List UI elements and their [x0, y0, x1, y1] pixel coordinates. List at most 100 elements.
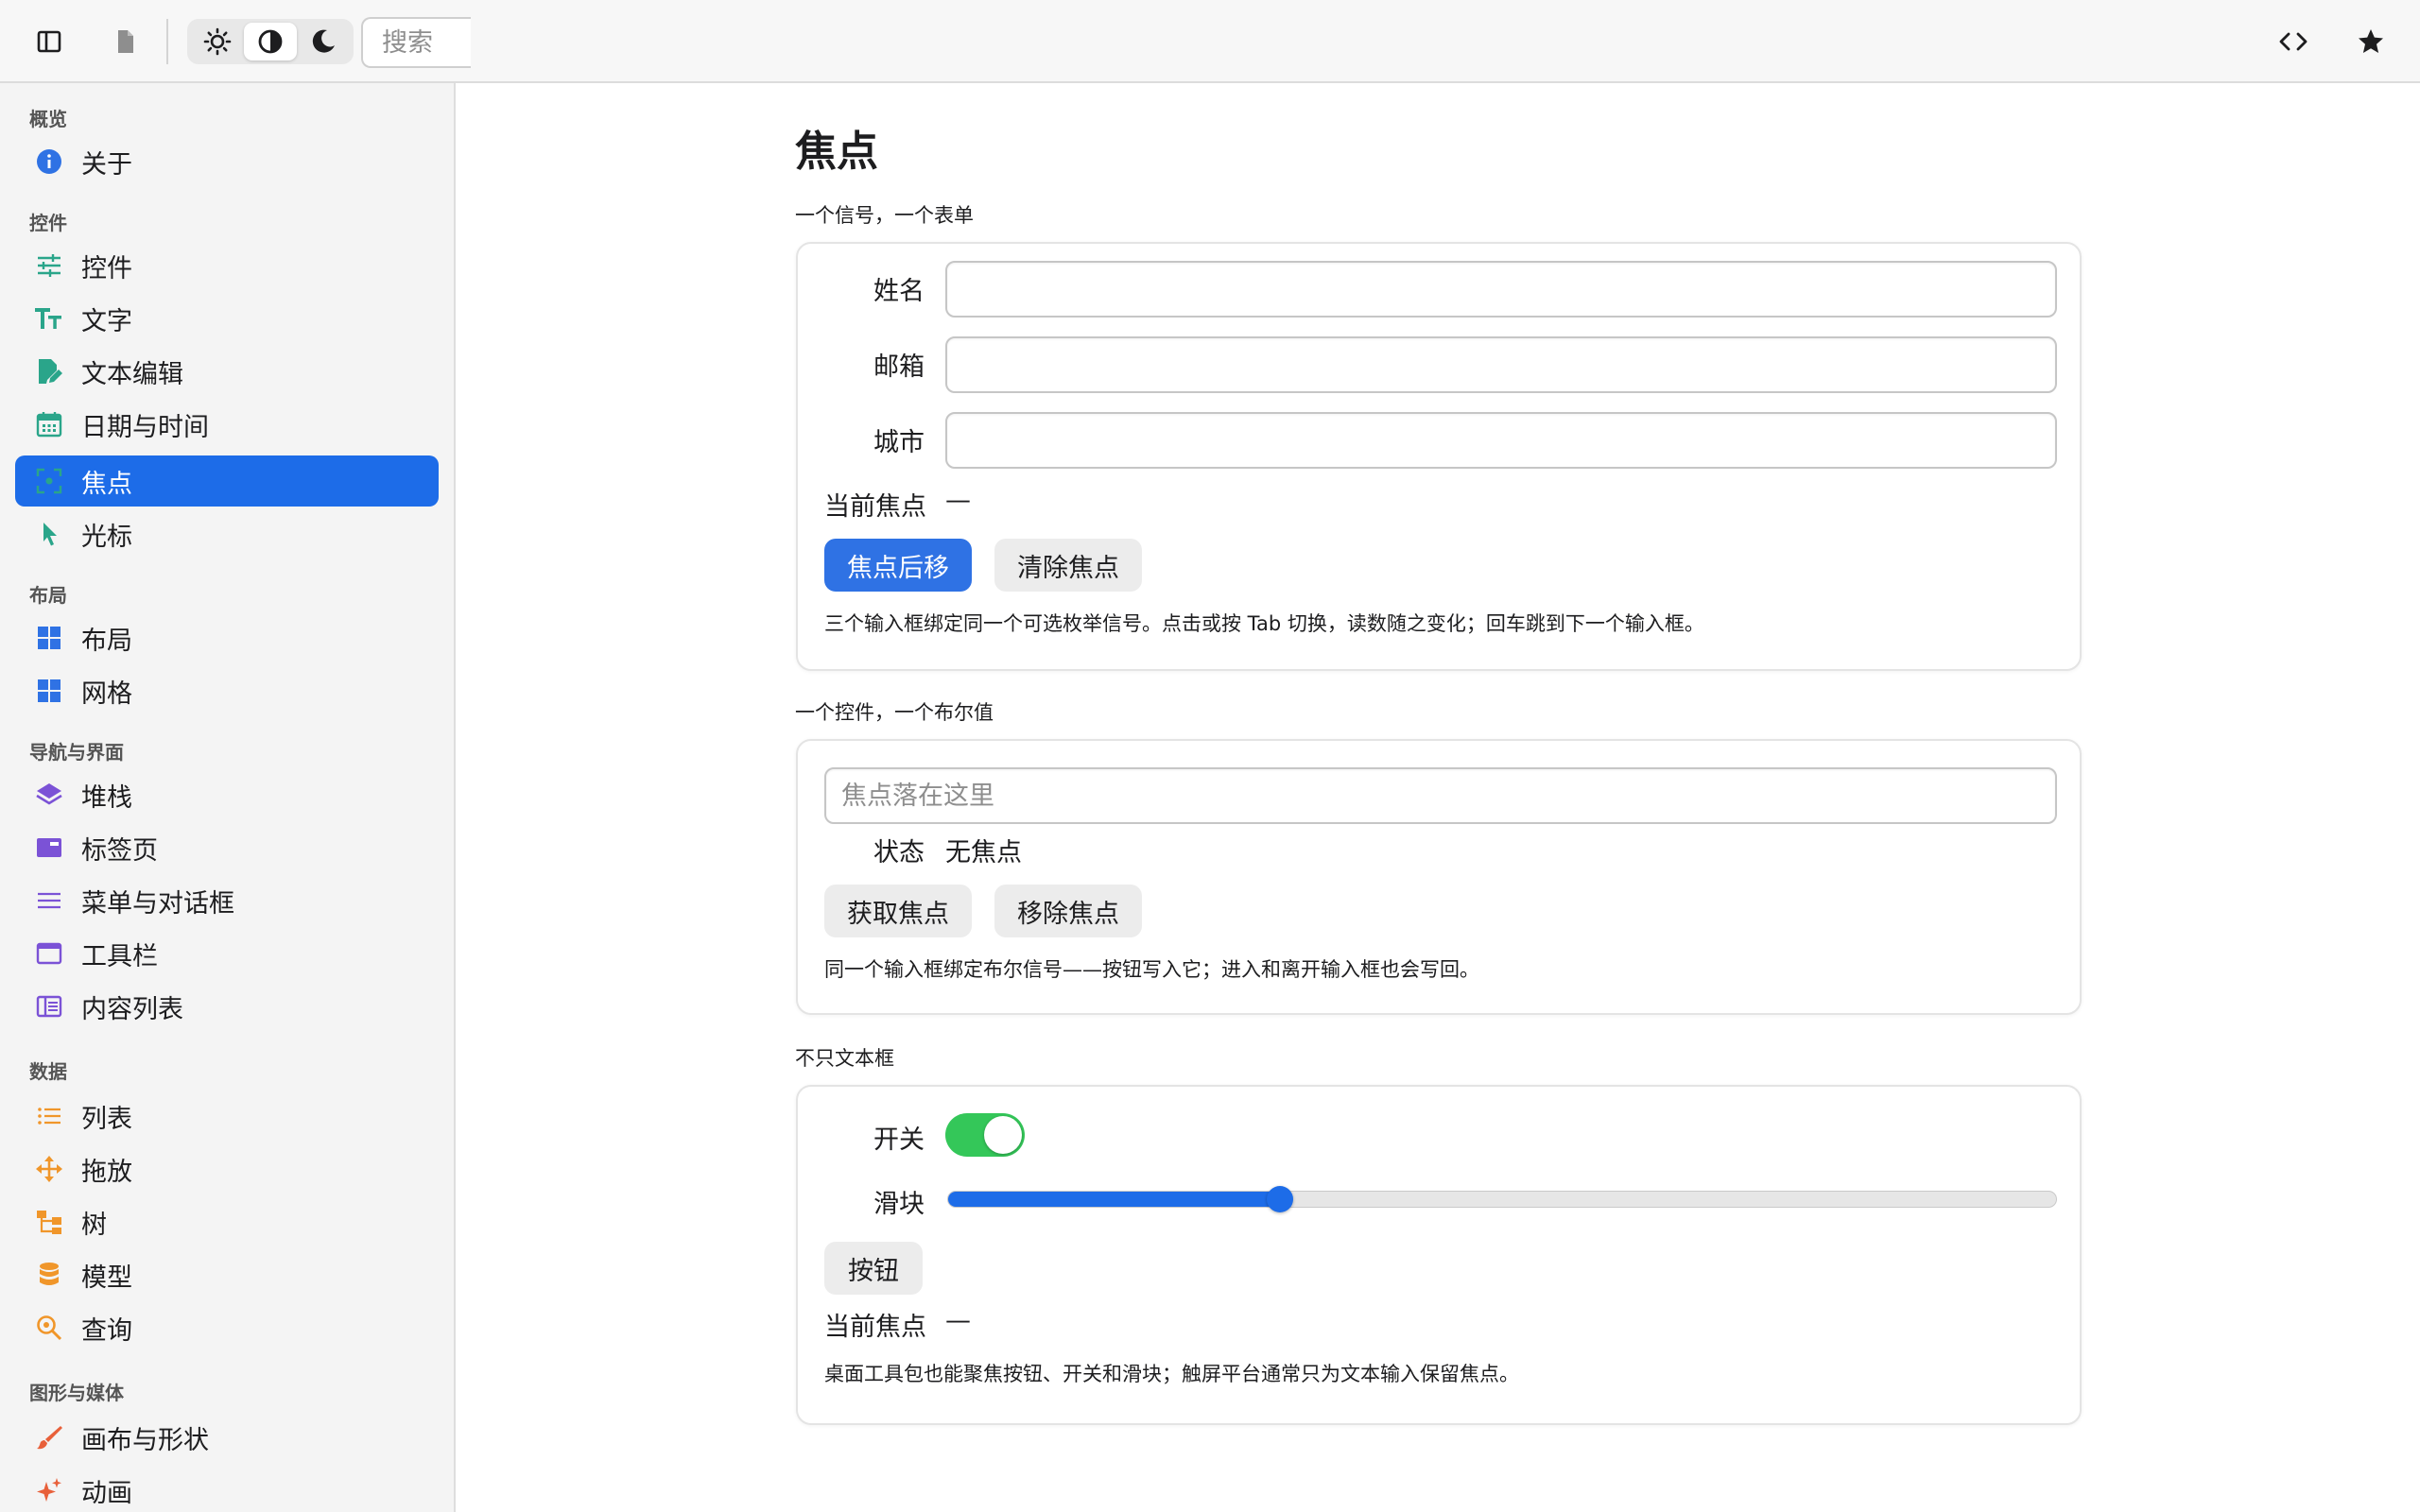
city-label: 城市 [873, 428, 925, 457]
sidebar: 概览 关于 控件 控件 文字 文本编辑 日期与时间 焦点 光标 布局 布局 网格… [0, 83, 456, 1512]
sidebar-item-label: 标签页 [81, 835, 158, 866]
grid-icon [38, 679, 60, 702]
slider-fill [948, 1192, 1281, 1207]
document-icon [118, 30, 133, 53]
theme-light-button[interactable] [191, 23, 244, 60]
sidebar-item-label: 网格 [81, 679, 132, 709]
text-size-icon [35, 308, 61, 329]
list-icon [38, 1108, 60, 1125]
city-input[interactable] [945, 412, 2057, 469]
sidebar-item-label: 动画 [81, 1478, 132, 1508]
clear-focus-button[interactable]: 清除焦点 [994, 539, 1142, 592]
sidebar-item-label: 文本编辑 [81, 359, 183, 389]
sidebar-item-tree[interactable]: 树 [15, 1196, 439, 1247]
sidebar-item-grid[interactable]: 网格 [15, 665, 439, 716]
sidebar-item-focus[interactable]: 焦点 [15, 455, 439, 507]
theme-switcher [187, 19, 354, 64]
sidebar-section-title: 数据 [29, 1060, 67, 1083]
focus-next-button[interactable]: 焦点后移 [824, 539, 972, 592]
sidebar-item-animation[interactable]: 动画 [15, 1465, 439, 1512]
edit-document-icon [39, 359, 62, 384]
search-input[interactable] [361, 17, 471, 68]
sidebar-item-label: 菜单与对话框 [81, 888, 234, 919]
sidebar-item-label: 画布与形状 [81, 1425, 209, 1455]
calendar-icon [36, 412, 62, 438]
email-input[interactable] [945, 336, 2057, 393]
sidebar-icon [37, 30, 61, 53]
sidebar-section-title: 布局 [29, 584, 67, 607]
status-label: 状态 [873, 838, 925, 868]
theme-auto-button[interactable] [244, 23, 297, 60]
current-focus-label: 当前焦点 [824, 1313, 926, 1342]
tree-icon [37, 1211, 61, 1234]
sidebar-item-label: 列表 [81, 1104, 132, 1134]
menu-icon [38, 892, 60, 909]
sidebar-item-content-list[interactable]: 内容列表 [15, 981, 439, 1032]
sidebar-item-label: 拖放 [81, 1157, 132, 1187]
star-icon [2359, 29, 2383, 53]
sidebar-toggle-button[interactable] [26, 19, 72, 64]
slider-thumb[interactable] [1267, 1186, 1294, 1212]
window-icon [36, 942, 62, 965]
remove-focus-button[interactable]: 移除焦点 [994, 885, 1142, 937]
sliders-icon [38, 254, 60, 277]
theme-dark-button[interactable] [297, 23, 350, 60]
sidebar-item-label: 模型 [81, 1263, 132, 1293]
get-focus-button[interactable]: 获取焦点 [824, 885, 972, 937]
sidebar-item-canvas-shapes[interactable]: 画布与形状 [15, 1412, 439, 1463]
plain-button[interactable]: 按钮 [824, 1242, 923, 1295]
sidebar-item-tabs[interactable]: 标签页 [15, 822, 439, 873]
page-title: 焦点 [795, 128, 878, 176]
sidebar-item-cursor[interactable]: 光标 [15, 508, 439, 559]
document-button[interactable] [102, 19, 147, 64]
sidebar-item-drag-drop[interactable]: 拖放 [15, 1143, 439, 1194]
sidebar-item-label: 堆栈 [81, 782, 132, 813]
sidebar-item-label: 布局 [81, 626, 132, 656]
sidebar-item-label: 日期与时间 [81, 412, 209, 442]
current-focus-value: — [945, 486, 971, 515]
sidebar-item-toolbar[interactable]: 工具栏 [15, 928, 439, 979]
slider-label: 滑块 [873, 1190, 925, 1219]
sidebar-item-label: 工具栏 [81, 941, 158, 971]
contrast-icon [258, 29, 283, 54]
sidebar-section-title: 概览 [29, 108, 67, 130]
name-input[interactable] [945, 261, 2057, 318]
focus-slider[interactable] [947, 1191, 2057, 1208]
sidebar-item-list[interactable]: 列表 [15, 1091, 439, 1142]
database-icon [40, 1263, 59, 1285]
focus-icon [36, 468, 62, 494]
focus-switch[interactable] [945, 1113, 1025, 1157]
group-title: 不只文本框 [795, 1047, 894, 1070]
group-title: 一个信号，一个表单 [795, 204, 974, 227]
sidebar-item-label: 查询 [81, 1315, 132, 1346]
switch-knob [984, 1116, 1022, 1154]
pointer-icon [43, 523, 57, 546]
sidebar-item-about[interactable]: 关于 [15, 136, 439, 187]
sun-icon [203, 27, 232, 56]
sidebar-item-text[interactable]: 文字 [15, 293, 439, 344]
favorite-button[interactable] [2348, 19, 2394, 64]
sidebar-item-menus-dialogs[interactable]: 菜单与对话框 [15, 875, 439, 926]
columns-icon [36, 995, 62, 1018]
current-focus-value: — [945, 1306, 971, 1335]
sidebar-item-query[interactable]: 查询 [15, 1302, 439, 1353]
sidebar-item-controls[interactable]: 控件 [15, 240, 439, 291]
top-toolbar [0, 0, 2420, 83]
non-text-focus-card: 开关 滑块 按钮 当前焦点 — 桌面工具包也能聚焦按钮、开关和滑块；触屏平台通常… [796, 1085, 2082, 1425]
sidebar-item-stack[interactable]: 堆栈 [15, 769, 439, 820]
view-source-button[interactable] [2271, 19, 2316, 64]
sidebar-item-text-editing[interactable]: 文本编辑 [15, 346, 439, 397]
focus-target-input[interactable] [824, 767, 2057, 824]
sidebar-item-label: 焦点 [81, 469, 132, 499]
current-focus-label: 当前焦点 [824, 492, 926, 522]
toolbar-divider [166, 19, 168, 64]
email-label: 邮箱 [873, 352, 925, 382]
sidebar-item-model[interactable]: 模型 [15, 1249, 439, 1300]
info-icon [37, 149, 61, 174]
tabs-icon [37, 838, 61, 857]
moon-icon [312, 29, 335, 53]
sidebar-item-date-time[interactable]: 日期与时间 [15, 399, 439, 450]
sidebar-item-layout[interactable]: 布局 [15, 612, 439, 663]
sidebar-item-label: 树 [81, 1210, 107, 1240]
sidebar-section-title: 导航与界面 [29, 741, 124, 764]
